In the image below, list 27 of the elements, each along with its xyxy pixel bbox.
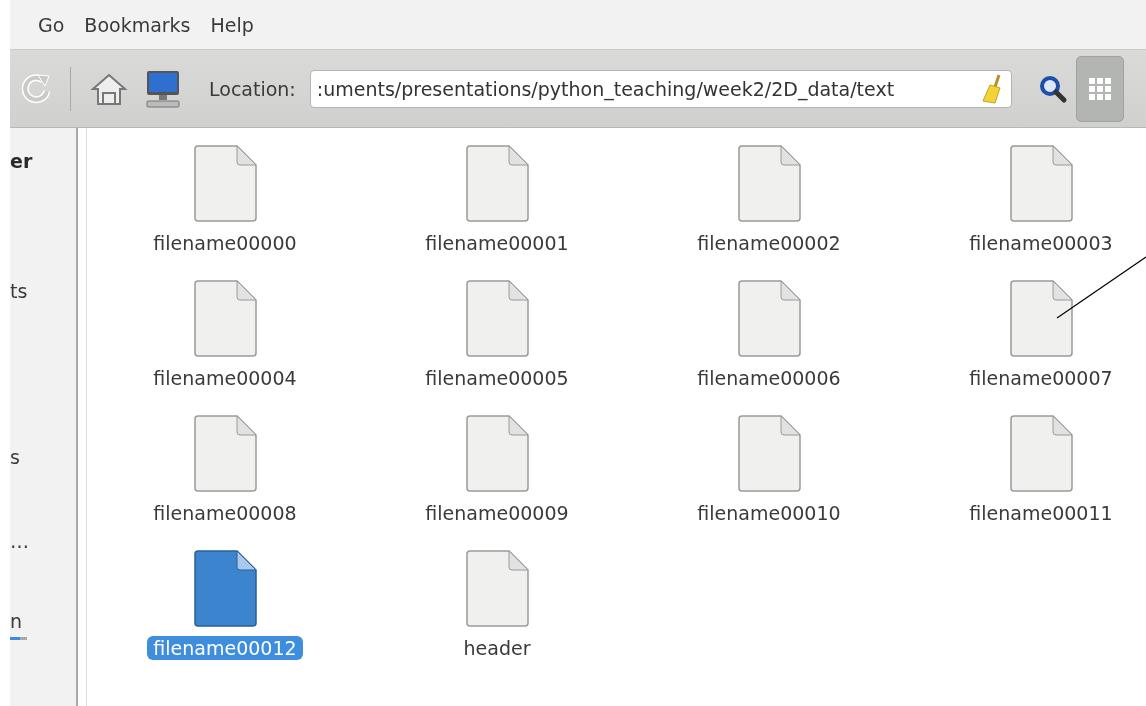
file-name[interactable]: filename00005	[419, 366, 575, 390]
file-name[interactable]: filename00004	[147, 366, 303, 390]
file-name[interactable]: filename00006	[691, 366, 847, 390]
icon-view-button[interactable]	[1075, 55, 1124, 122]
file-name[interactable]: filename00000	[147, 231, 303, 255]
file-name[interactable]: filename00011	[963, 501, 1119, 525]
sidebar-item[interactable]: ts	[10, 280, 28, 302]
search-icon[interactable]	[1037, 73, 1068, 104]
file-name[interactable]: filename00009	[419, 501, 575, 525]
file-name[interactable]: filename00007	[963, 366, 1119, 390]
file-name[interactable]: filename00002	[691, 231, 847, 255]
file-name[interactable]: filename00003	[963, 231, 1119, 255]
file-name[interactable]: filename00008	[147, 501, 303, 525]
menu-item[interactable]: Go	[32, 13, 71, 36]
location-field[interactable]: :uments/presentations/python_teaching/week2/2D_data/text	[309, 69, 1012, 108]
sidebar-item[interactable]: …	[10, 530, 29, 552]
grid-icon	[1088, 77, 1111, 100]
location-label: Location:	[209, 77, 296, 100]
file-name[interactable]: filename00001	[419, 231, 575, 255]
menu-item[interactable]: Help	[204, 13, 260, 36]
sidebar-item[interactable]: s	[10, 446, 20, 468]
sidebar-heading: er	[10, 150, 33, 172]
file-name[interactable]: header	[457, 636, 537, 660]
file-name[interactable]: filename00010	[691, 501, 847, 525]
file-icon[interactable]	[192, 550, 258, 628]
sidebar-item[interactable]: n	[10, 610, 23, 632]
menu-item[interactable]: Bookmarks	[78, 13, 197, 36]
